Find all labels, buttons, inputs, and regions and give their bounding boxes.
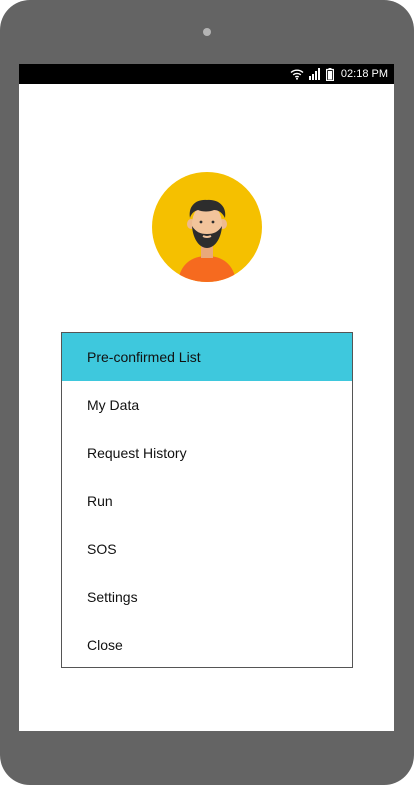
menu-item-label: Settings (87, 589, 138, 605)
status-time: 02:18 PM (340, 68, 388, 80)
menu-item-label: My Data (87, 397, 140, 413)
menu-item-my-data[interactable]: My Data (62, 381, 352, 429)
user-avatar (152, 172, 262, 282)
menu-item-label: Close (87, 637, 123, 653)
battery-icon (325, 67, 334, 81)
menu-item-label: Pre-confirmed List (87, 349, 201, 365)
menu-item-pre-confirmed-list[interactable]: Pre-confirmed List (62, 333, 352, 381)
signal-icon (308, 68, 321, 80)
menu-item-label: Request History (87, 445, 187, 461)
menu-item-sos[interactable]: SOS (62, 525, 352, 573)
menu-item-label: Run (87, 493, 113, 509)
menu-item-close[interactable]: Close (62, 621, 352, 669)
menu-item-settings[interactable]: Settings (62, 573, 352, 621)
menu-item-request-history[interactable]: Request History (62, 429, 352, 477)
app-screen: 02:18 PM Pre-confirmed List My Data Requ… (19, 64, 394, 731)
tablet-frame: 02:18 PM Pre-confirmed List My Data Requ… (0, 0, 414, 785)
front-camera (203, 28, 211, 36)
navigation-menu: Pre-confirmed List My Data Request Histo… (61, 332, 353, 668)
menu-item-run[interactable]: Run (62, 477, 352, 525)
status-bar: 02:18 PM (19, 64, 394, 84)
menu-item-label: SOS (87, 541, 117, 557)
bearded-man-icon (178, 199, 236, 282)
wifi-icon (290, 68, 304, 80)
